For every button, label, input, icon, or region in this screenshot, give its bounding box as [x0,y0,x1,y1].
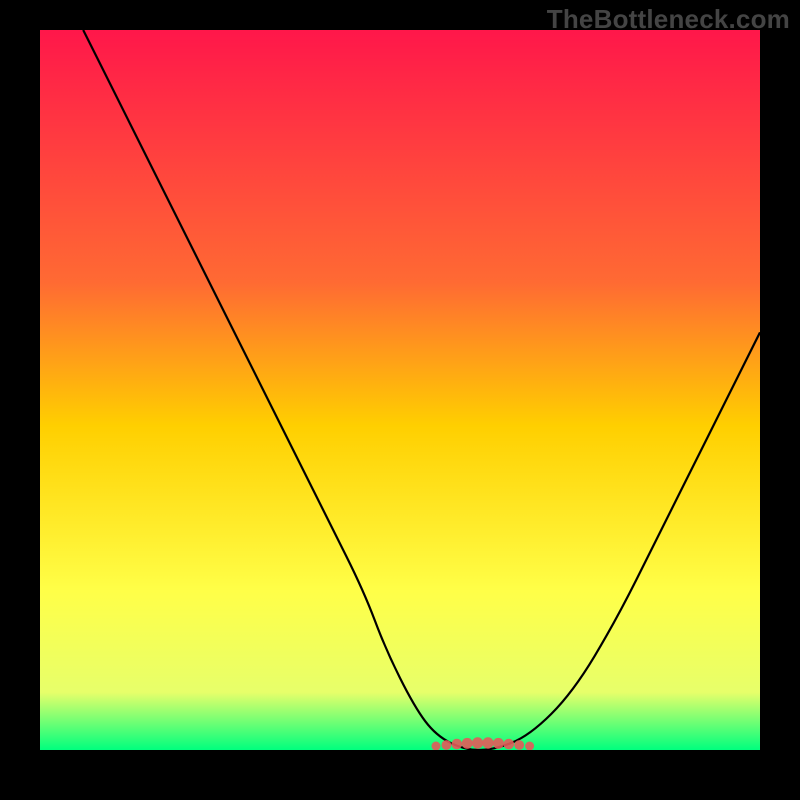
marker-dot [482,737,493,748]
gradient-background [40,30,760,750]
chart-frame: TheBottleneck.com [0,0,800,800]
plot-area [40,30,760,750]
marker-dot [472,737,483,748]
chart-svg [40,30,760,750]
marker-dot [462,738,473,749]
marker-dot [493,738,504,749]
marker-dot [442,740,452,750]
marker-dot [514,740,524,750]
marker-dot [504,739,515,750]
watermark-text: TheBottleneck.com [547,4,790,35]
marker-dot [452,739,463,750]
